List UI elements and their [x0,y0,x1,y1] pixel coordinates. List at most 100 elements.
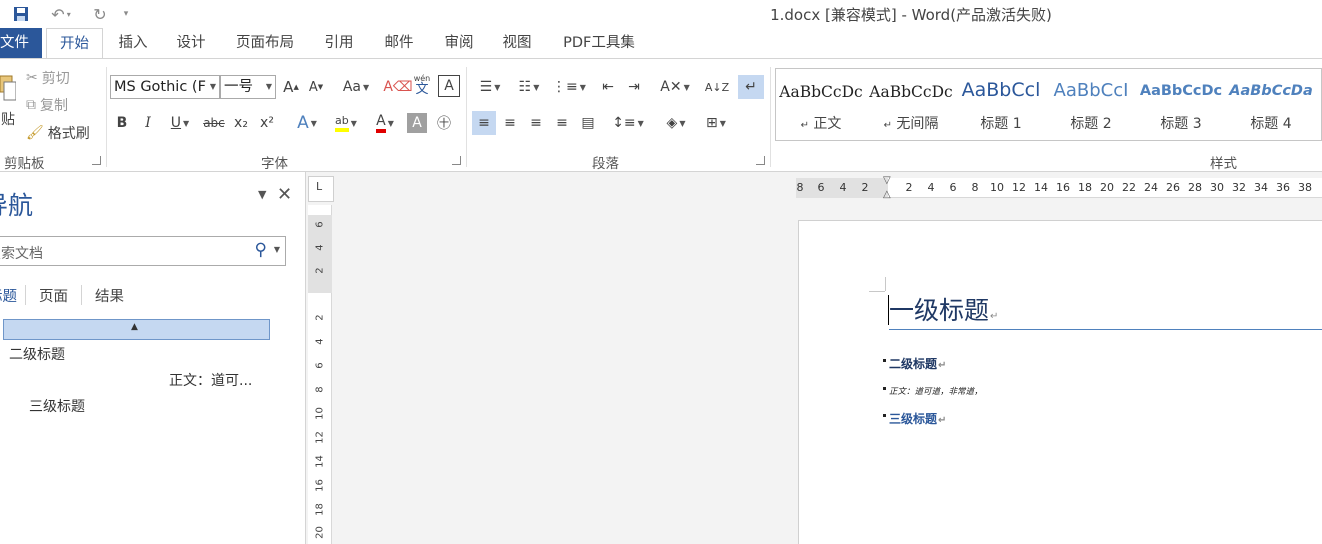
style-heading-2[interactable]: AaBbCcI 标题 2 [1046,69,1136,141]
close-icon[interactable]: ✕ [277,184,292,205]
tab-file[interactable]: 文件 [0,28,42,58]
heading-2[interactable]: 二级标题↵ [889,355,946,372]
heading-1-text: 一级标题 [889,296,990,325]
nav-tab-headings[interactable]: 标题 [0,285,17,306]
borders-icon: ⊞ [706,115,718,131]
tab-references[interactable]: 引用 [316,28,362,58]
tab-layout[interactable]: 页面布局 [226,28,304,58]
align-right-icon[interactable]: ≡ [525,111,547,135]
collapse-icon[interactable]: ▲ [131,322,138,332]
pane-options-icon[interactable]: ▼ [258,188,266,201]
paste-icon[interactable] [0,69,16,109]
heading-3[interactable]: 三级标题↵ [889,410,946,427]
style-sample: AaBbCcDa [1229,83,1313,99]
tab-pdf-tools[interactable]: PDF工具集 [552,28,646,58]
sort-icon[interactable]: A↓Z [705,75,729,99]
heading-1[interactable]: 一级标题↵ [889,291,998,327]
align-center-icon[interactable]: ≡ [499,111,521,135]
tab-selector-icon[interactable]: L [308,176,334,202]
paste-button[interactable]: 贴 [0,107,16,131]
multilevel-list-button[interactable]: ⋮≡ ▼ [551,75,587,99]
grow-font-button[interactable]: A ▲ [281,75,301,99]
chinese-layout-icon: A✕ [660,79,682,95]
font-launcher-icon[interactable] [452,156,461,165]
strikethrough-button[interactable]: abc [201,111,227,135]
bold-button[interactable]: B [111,111,133,135]
style-heading-3[interactable]: AaBbCcDc 标题 3 [1136,69,1226,141]
ruler-tick: 6 [314,221,326,228]
cut-button[interactable]: ✂ 剪切 [26,66,84,90]
text-effects-button[interactable]: A ▼ [290,111,324,135]
ruler-tick: 2 [905,181,913,194]
character-shading-button[interactable]: A [407,113,427,133]
show-formatting-marks-icon[interactable]: ↵ [738,75,764,99]
left-indent-marker[interactable]: △ [883,190,891,200]
align-left-icon[interactable]: ≡ [472,111,496,135]
ruler-tick: 14 [1034,181,1048,194]
increase-indent-icon[interactable]: ⇥ [623,75,645,99]
justify-icon[interactable]: ≡ [551,111,573,135]
style-heading-4[interactable]: AaBbCcDa 标题 4 [1226,69,1316,141]
format-painter-button[interactable]: 🖌 格式刷 [26,121,98,145]
nav-title-text: 导航 [0,191,34,220]
tab-review[interactable]: 审阅 [436,28,482,58]
shading-button[interactable]: ◈ ▼ [658,111,694,135]
chevron-down-icon: ▼ [363,82,370,92]
copy-button[interactable]: ⧉ 复制 [26,93,84,117]
bullets-button[interactable]: ☰ ▼ [472,75,508,99]
ruler-tick: 28 [1188,181,1202,194]
line-spacing-button[interactable]: ↕≡ ▼ [610,111,646,135]
style-normal[interactable]: AaBbCcDc ↵ 正文 [776,69,866,141]
font-color-button[interactable]: A ▼ [368,111,402,135]
phonetic-guide-button[interactable]: wén 文 [411,73,433,97]
bullet [883,387,886,390]
tab-home[interactable]: 开始 [46,28,103,59]
tab-view[interactable]: 视图 [494,28,540,58]
paragraph-launcher-icon[interactable] [756,156,765,165]
nav-heading-item[interactable]: 三级标题 [29,396,85,416]
chinese-layout-button[interactable]: A✕ ▼ [657,75,693,99]
change-case-button[interactable]: Aa ▼ [339,75,373,99]
decrease-indent-icon[interactable]: ⇤ [597,75,619,99]
nav-search-input[interactable]: 搜索文档 ⚲ ▼ [0,236,286,266]
tab-insert[interactable]: 插入 [110,28,156,58]
nav-heading-item[interactable]: 二级标题 [9,344,65,364]
underline-button[interactable]: U ▼ [163,111,197,135]
nav-tab-results[interactable]: 结果 [95,285,124,306]
underline-label: U [170,115,182,131]
italic-button[interactable]: I [137,111,159,135]
ruler-tick: 8 [971,181,979,194]
enclose-characters-icon[interactable]: ㊉ [433,111,455,135]
search-placeholder: 搜索文档 [0,246,43,262]
highlight-button[interactable]: ab ▼ [328,111,364,135]
nav-tab-pages[interactable]: 页面 [39,285,68,306]
clear-formatting-icon[interactable]: A⌫ [383,75,412,99]
chevron-down-icon: ▼ [387,118,394,128]
distributed-icon[interactable]: ▤ [577,111,599,135]
font-name-value: MS Gothic (F [114,79,206,95]
font-size-select[interactable]: 一号 ▼ [220,75,276,99]
tab-mailings[interactable]: 邮件 [374,28,424,58]
subscript-button[interactable]: x₂ [230,111,252,135]
search-icon[interactable]: ⚲ [255,240,267,260]
vertical-ruler: 6 4 2 2 4 6 8 10 12 14 16 18 20 [308,205,332,544]
nav-heading-item[interactable]: 正文：道可... [169,370,252,390]
style-no-spacing[interactable]: AaBbCcDc ↵ 无间隔 [866,69,956,141]
style-name: ↵ 无间隔 [866,113,956,133]
body-paragraph[interactable]: 正文：道可道，非常道， [889,385,983,397]
chevron-down-icon[interactable]: ▼ [274,245,280,254]
superscript-button[interactable]: x² [256,111,278,135]
character-border-button[interactable]: A [438,75,460,97]
style-name-text: 无间隔 [896,116,939,132]
first-line-indent-marker[interactable]: ▽ [883,176,891,186]
numbering-button[interactable]: ☷ ▼ [511,75,547,99]
pilcrow: ↵ [938,415,947,426]
tab-design[interactable]: 设计 [168,28,214,58]
font-name-select[interactable]: MS Gothic (F ▼ [110,75,220,99]
borders-button[interactable]: ⊞ ▼ [698,111,734,135]
style-heading-1[interactable]: AaBbCcl 标题 1 [956,69,1046,141]
clipboard-launcher-icon[interactable] [92,156,101,165]
nav-heading-selected[interactable]: ▲ [3,319,270,340]
document-page[interactable]: 一级标题↵ 二级标题↵ 正文：道可道，非常道， 三级标题↵ [798,220,1322,544]
shrink-font-button[interactable]: A ▼ [306,75,326,99]
